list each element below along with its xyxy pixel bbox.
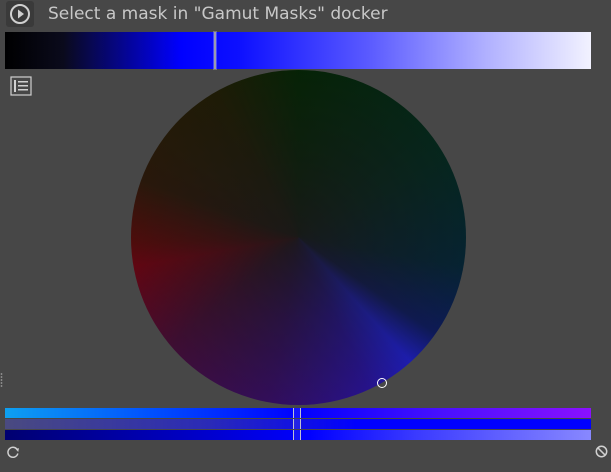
settings-list-icon <box>10 76 32 96</box>
color-selector-docker: Select a mask in "Gamut Masks" docker <box>0 0 611 472</box>
gamut-mask-status-label: Select a mask in "Gamut Masks" docker <box>48 4 388 24</box>
grip-dots-vertical-icon <box>0 373 3 387</box>
color-wheel[interactable] <box>131 70 466 405</box>
settings-button[interactable] <box>10 76 32 96</box>
saturation-slider[interactable] <box>5 419 591 429</box>
play-button[interactable] <box>6 1 34 27</box>
hue-slider-handle[interactable] <box>293 408 301 418</box>
color-value-strip[interactable] <box>5 32 591 69</box>
hue-slider[interactable] <box>5 408 591 418</box>
value-slider-handle[interactable] <box>293 430 301 440</box>
header: Select a mask in "Gamut Masks" docker <box>6 0 606 28</box>
reset-icon <box>7 446 19 459</box>
no-entry-icon <box>595 445 608 458</box>
color-wheel-handle[interactable] <box>377 378 387 388</box>
clear-mask-button[interactable] <box>595 443 608 458</box>
dock-resize-grip[interactable] <box>299 461 319 465</box>
value-slider[interactable] <box>5 430 591 440</box>
value-strip-cursor[interactable] <box>214 32 216 69</box>
reset-button[interactable] <box>6 444 20 459</box>
side-resize-grip[interactable] <box>0 372 3 390</box>
saturation-slider-handle[interactable] <box>293 419 301 429</box>
play-circle-icon <box>10 4 30 24</box>
color-wheel-shade <box>131 70 466 405</box>
